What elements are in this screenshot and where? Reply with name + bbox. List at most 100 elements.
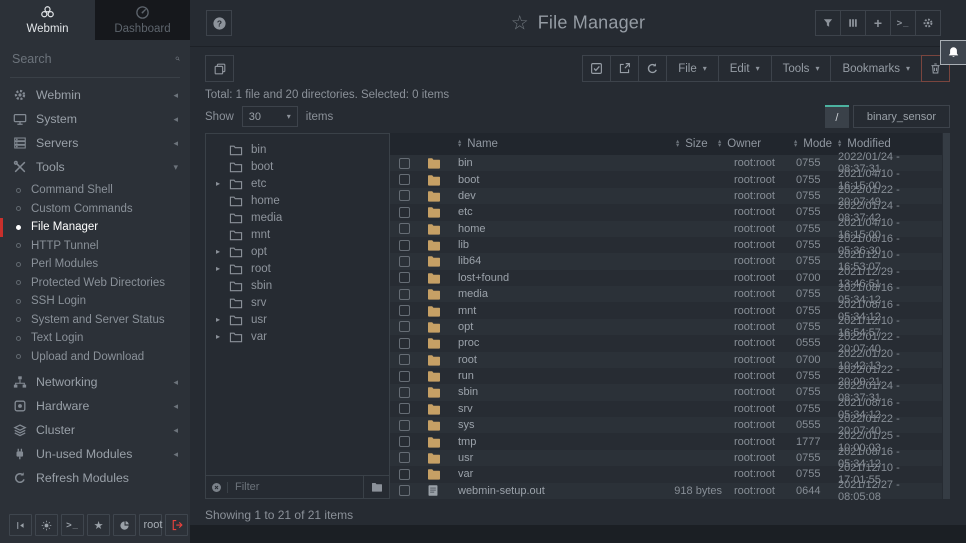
sidebar-item-cluster[interactable]: Cluster◂ — [0, 418, 190, 442]
row-checkbox[interactable] — [399, 469, 410, 480]
sidebar-item-ssh-login[interactable]: SSH Login — [0, 292, 190, 311]
row-checkbox[interactable] — [399, 371, 410, 382]
terminal-button[interactable]: >_ — [61, 514, 84, 536]
settings-button[interactable] — [915, 10, 941, 36]
row-checkbox[interactable] — [399, 436, 410, 447]
menu-file[interactable]: File▾ — [666, 55, 719, 82]
sidebar-item-custom-commands[interactable]: Custom Commands — [0, 200, 190, 219]
menu-edit[interactable]: Edit▾ — [718, 55, 772, 82]
user-button[interactable]: root — [139, 514, 162, 536]
tree-node-usr[interactable]: ▸usr — [206, 311, 389, 328]
sidebar-item-file-manager[interactable]: File Manager — [0, 218, 190, 237]
row-checkbox[interactable] — [399, 240, 410, 251]
row-checkbox[interactable] — [399, 485, 410, 496]
row-checkbox[interactable] — [399, 272, 410, 283]
row-checkbox[interactable] — [399, 420, 410, 431]
tree-node-srv[interactable]: srv — [206, 294, 389, 311]
tree-folder-button[interactable] — [363, 476, 389, 498]
sort-icon[interactable]: ▴▾ — [718, 140, 721, 149]
sidebar-item-protected-web-directories[interactable]: Protected Web Directories — [0, 274, 190, 293]
expander-icon[interactable]: ▸ — [216, 247, 229, 256]
logout-button[interactable] — [165, 514, 188, 536]
sidebar-item-hardware[interactable]: Hardware◂ — [0, 394, 190, 418]
columns-button[interactable] — [840, 10, 866, 36]
row-checkbox[interactable] — [399, 338, 410, 349]
sort-icon[interactable]: ▴▾ — [676, 140, 679, 149]
filter-button[interactable] — [815, 10, 841, 36]
collapse-sidebar-button[interactable] — [9, 514, 32, 536]
sidebar-item-servers[interactable]: Servers◂ — [0, 131, 190, 155]
sort-icon[interactable]: ▴▾ — [458, 140, 461, 149]
clear-filter-icon[interactable] — [211, 482, 222, 493]
language-button[interactable] — [113, 514, 136, 536]
paste-buffer-button[interactable] — [205, 55, 234, 82]
tab-dashboard[interactable]: Dashboard — [95, 0, 190, 40]
row-checkbox[interactable] — [399, 289, 410, 300]
terminal-button[interactable]: >_ — [890, 10, 916, 36]
add-button[interactable]: + — [865, 10, 891, 36]
tree-node-var[interactable]: ▸var — [206, 328, 389, 345]
tree-node-media[interactable]: media — [206, 209, 389, 226]
breadcrumb-binary-sensor[interactable]: binary_sensor — [853, 105, 950, 128]
tree-node-bin[interactable]: bin — [206, 141, 389, 158]
sidebar-item-text-login[interactable]: Text Login — [0, 329, 190, 348]
row-checkbox[interactable] — [399, 256, 410, 267]
row-checkbox[interactable] — [399, 158, 410, 169]
help-button[interactable]: ? — [206, 10, 232, 36]
favorite-star-icon[interactable]: ☆ — [511, 13, 529, 33]
row-checkbox[interactable] — [399, 452, 410, 463]
column-header-mode[interactable]: ▴▾Mode — [794, 138, 836, 150]
column-header-modified[interactable]: ▴▾Modified — [838, 138, 942, 150]
sidebar-item-networking[interactable]: Networking◂ — [0, 370, 190, 394]
file-row-webmin-setup-out[interactable]: webmin-setup.out918 bytesroot:root064420… — [390, 483, 942, 499]
sidebar-item-webmin[interactable]: Webmin◂ — [0, 83, 190, 107]
select-all-button[interactable] — [582, 55, 611, 82]
row-checkbox[interactable] — [399, 354, 410, 365]
tree-node-home[interactable]: home — [206, 192, 389, 209]
table-scrollbar[interactable] — [942, 133, 950, 499]
expander-icon[interactable]: ▸ — [216, 332, 229, 341]
column-header-owner[interactable]: ▴▾Owner — [718, 138, 780, 150]
menu-bookmarks[interactable]: Bookmarks▾ — [830, 55, 922, 82]
tab-webmin[interactable]: Webmin — [0, 0, 95, 40]
sidebar-item-command-shell[interactable]: Command Shell — [0, 181, 190, 200]
row-checkbox[interactable] — [399, 223, 410, 234]
share-button[interactable] — [610, 55, 639, 82]
notification-popover[interactable] — [940, 40, 966, 65]
row-checkbox[interactable] — [399, 305, 410, 316]
sidebar-item-upload-and-download[interactable]: Upload and Download — [0, 348, 190, 367]
search-input[interactable] — [10, 51, 175, 67]
sort-icon[interactable]: ▴▾ — [794, 140, 797, 149]
row-checkbox[interactable] — [399, 174, 410, 185]
expander-icon[interactable]: ▸ — [216, 264, 229, 273]
breadcrumb-root[interactable]: / — [825, 105, 849, 128]
sidebar-item-system[interactable]: System◂ — [0, 107, 190, 131]
row-checkbox[interactable] — [399, 387, 410, 398]
sidebar-item-http-tunnel[interactable]: HTTP Tunnel — [0, 237, 190, 256]
favorites-button[interactable]: ★ — [87, 514, 110, 536]
row-checkbox[interactable] — [399, 190, 410, 201]
row-checkbox[interactable] — [399, 321, 410, 332]
sidebar-item-perl-modules[interactable]: Perl Modules — [0, 255, 190, 274]
row-checkbox[interactable] — [399, 403, 410, 414]
tree-filter-input[interactable] — [233, 480, 363, 494]
sidebar-item-system-and-server-status[interactable]: System and Server Status — [0, 311, 190, 330]
refresh-button[interactable] — [638, 55, 667, 82]
sort-icon[interactable]: ▴▾ — [838, 140, 841, 149]
tree-node-etc[interactable]: ▸etc — [206, 175, 389, 192]
tree-node-root[interactable]: ▸root — [206, 260, 389, 277]
expander-icon[interactable]: ▸ — [216, 179, 229, 188]
menu-tools[interactable]: Tools▾ — [771, 55, 832, 82]
sidebar-item-tools[interactable]: Tools▾ — [0, 155, 190, 179]
sidebar-item-refresh-modules[interactable]: Refresh Modules — [0, 466, 190, 490]
row-checkbox[interactable] — [399, 207, 410, 218]
tree-node-mnt[interactable]: mnt — [206, 226, 389, 243]
tree-node-opt[interactable]: ▸opt — [206, 243, 389, 260]
page-size-select[interactable]: 30 ▾ — [242, 106, 298, 127]
expander-icon[interactable]: ▸ — [216, 315, 229, 324]
tree-node-sbin[interactable]: sbin — [206, 277, 389, 294]
theme-toggle-button[interactable] — [35, 514, 58, 536]
sidebar-item-un-used-modules[interactable]: Un-used Modules◂ — [0, 442, 190, 466]
column-header-name[interactable]: ▴▾Name — [458, 138, 642, 150]
tree-node-boot[interactable]: boot — [206, 158, 389, 175]
